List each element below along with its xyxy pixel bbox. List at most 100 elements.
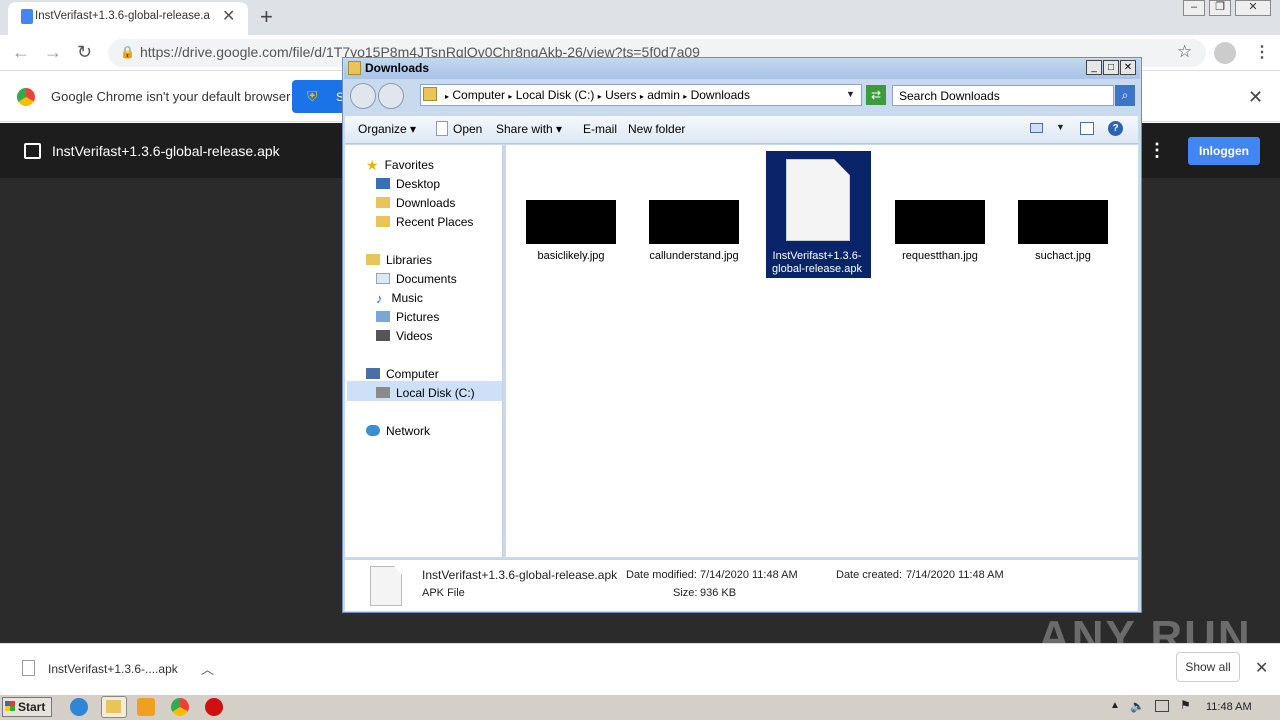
breadcrumb-localdisk[interactable]: Local Disk (C:) [516,88,595,102]
show-all-button[interactable]: Show all [1176,652,1240,682]
breadcrumb-downloads[interactable]: Downloads [691,88,750,102]
nav-desktop-label: Desktop [396,177,441,191]
tab-close-icon[interactable]: ✕ [222,6,235,26]
details-filetype: APK File [422,587,465,599]
explorer-close-icon[interactable]: ✕ [1120,60,1136,75]
explorer-minimize-icon[interactable]: _ [1086,60,1102,75]
help-icon[interactable]: ? [1108,121,1123,136]
breadcrumb-users[interactable]: Users [605,88,636,102]
file-thumbnail[interactable] [895,200,985,244]
file-name[interactable]: basiclikely.jpg [521,250,621,262]
more-options-icon[interactable]: ⋮ [1148,140,1166,161]
tab-title: InstVerifast+1.3.6-global-release.ap [35,10,210,22]
nav-network[interactable]: Network [366,424,430,438]
download-chevron-icon[interactable]: ︿ [201,659,214,678]
details-size-value: 936 KB [700,587,737,599]
explorer-forward-button[interactable] [378,83,404,109]
clock[interactable]: 11:48 AM [1206,701,1252,713]
file-thumbnail[interactable] [1018,200,1108,244]
downloads-close-icon[interactable]: ✕ [1255,658,1268,678]
download-file-icon [22,660,35,676]
nav-localdisk-label: Local Disk (C:) [396,386,475,400]
file-name[interactable]: InstVerifast+1.3.6-global-release.apk [767,250,867,276]
nav-documents-label: Documents [396,272,457,286]
address-folder-icon [423,87,437,101]
login-button[interactable]: Inloggen [1188,137,1260,165]
minimize-icon[interactable]: – [1183,0,1205,16]
nav-libraries[interactable]: Libraries [366,253,432,267]
reload-icon[interactable]: ↻ [77,42,92,63]
windows-taskbar [0,694,1280,720]
details-created-value: 7/14/2020 11:48 AM [906,569,1004,581]
nav-downloads[interactable]: Downloads [376,196,455,210]
computer-icon [366,368,380,379]
nav-favorites[interactable]: ★ Favorites [366,157,434,173]
chrome-menu-icon[interactable]: ⋮ [1254,42,1270,62]
shield-icon: ⛨ [307,88,318,104]
bookmark-star-icon[interactable]: ☆ [1177,42,1192,62]
file-thumbnail[interactable] [649,200,739,244]
profile-avatar[interactable] [1214,42,1236,64]
ie-icon[interactable] [70,698,88,716]
organize-button[interactable]: Organize ▾ [358,122,416,136]
nav-videos[interactable]: Videos [376,329,432,343]
nav-recent-label: Recent Places [396,215,474,229]
nav-computer[interactable]: Computer [366,367,439,381]
stop-icon[interactable] [205,698,223,716]
nav-recent-places[interactable]: Recent Places [376,215,473,229]
pictures-icon [376,311,390,322]
back-icon[interactable]: ← [12,42,30,63]
folder-icon [348,61,361,75]
details-created-label: Date created: [836,569,903,581]
new-folder-button[interactable]: New folder [628,122,685,136]
email-button[interactable]: E-mail [583,122,617,136]
star-icon: ★ [366,157,379,173]
file-thumbnail[interactable] [526,200,616,244]
nav-documents[interactable]: Documents [376,272,457,286]
details-modified-value: 7/14/2020 11:48 AM [700,569,798,581]
refresh-icon[interactable]: ⇄ [866,85,886,105]
flag-icon[interactable]: ⚑ [1180,698,1191,712]
restore-icon[interactable]: ❐ [1209,0,1231,16]
infobar-close-icon[interactable]: ✕ [1248,87,1263,108]
download-item-name[interactable]: InstVerifast+1.3.6-....apk [48,662,178,676]
nav-desktop[interactable]: Desktop [376,177,440,191]
view-dropdown-icon[interactable]: ▼ [1056,122,1065,132]
nav-pictures[interactable]: Pictures [376,310,439,324]
breadcrumb-computer[interactable]: Computer [452,88,505,102]
media-player-icon[interactable] [137,698,155,716]
explorer-maximize-icon[interactable]: □ [1103,60,1119,75]
explorer-title-bar[interactable] [344,59,1140,79]
search-input[interactable]: Search Downloads [892,85,1114,106]
chrome-taskbar-icon[interactable] [171,698,189,716]
forward-icon[interactable]: → [44,42,62,63]
nav-music[interactable]: ♪ Music [376,291,423,306]
infobar-text: Google Chrome isn't your default browser [51,89,291,104]
network-tray-icon[interactable] [1155,700,1169,712]
tray-expand-icon[interactable]: ▲ [1110,700,1120,711]
new-tab-button[interactable]: + [260,4,273,30]
open-button[interactable]: Open [453,122,482,136]
taskbar-folder-icon [106,700,121,713]
nav-videos-label: Videos [396,329,433,343]
nav-local-disk[interactable]: Local Disk (C:) [376,386,475,400]
file-name[interactable]: suchact.jpg [1013,250,1113,262]
search-icon[interactable]: ⌕ [1115,85,1135,106]
preview-pane-icon[interactable] [1080,122,1094,135]
volume-icon[interactable]: 🔈 [1130,699,1145,713]
network-icon [366,425,380,436]
details-pane [345,559,1138,611]
address-dropdown-icon[interactable]: ▼ [846,89,855,99]
view-options-icon[interactable] [1030,123,1043,133]
share-with-button[interactable]: Share with ▾ [496,122,562,136]
explorer-back-button[interactable] [350,83,376,109]
nav-libraries-label: Libraries [386,253,433,267]
close-window-icon[interactable]: ✕ [1235,0,1271,16]
details-modified-label: Date modified: [626,569,697,581]
apk-file-icon [786,159,850,241]
breadcrumb-admin[interactable]: admin [647,88,680,102]
breadcrumb: ▸ Computer ▸ Local Disk (C:) ▸ Users ▸ a… [445,88,750,102]
file-name[interactable]: callunderstand.jpg [644,250,744,262]
file-name[interactable]: requestthan.jpg [890,250,990,262]
windows-logo-icon [5,701,15,711]
